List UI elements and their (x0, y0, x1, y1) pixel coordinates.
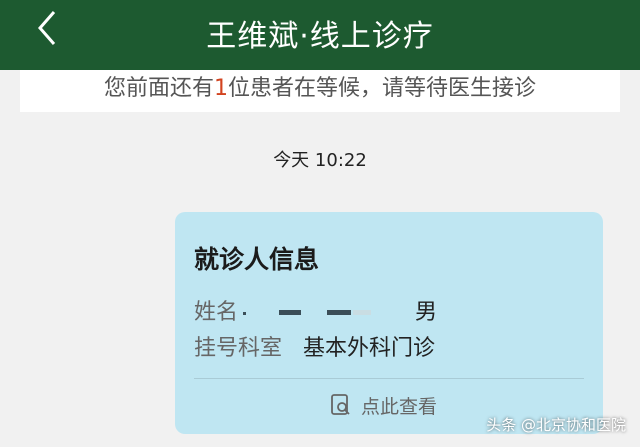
department-row: 挂号科室 基本外科门诊 (194, 330, 435, 362)
card-divider (194, 378, 584, 379)
department-label: 挂号科室 (194, 336, 283, 361)
queue-suffix: 位患者在等候，请等待医生接诊 (228, 76, 537, 101)
name-row: 姓名 (194, 294, 238, 326)
queue-count: 1 (214, 76, 228, 101)
queue-status-banner: 您前面还有1位患者在等候，请等待医生接诊 (20, 70, 620, 112)
page-title: 王维斌·线上诊疗 (206, 19, 434, 54)
queue-prefix: 您前面还有 (103, 76, 214, 101)
department-value: 基本外科门诊 (303, 336, 436, 361)
gender-value: 男 (415, 300, 438, 325)
name-label: 姓名 (194, 300, 239, 325)
chat-timestamp: 今天 10:22 (273, 150, 367, 171)
card-title: 就诊人信息 (194, 245, 320, 274)
search-document-icon (331, 394, 350, 415)
masked-name (243, 300, 383, 320)
header-bar: 王维斌·线上诊疗 (0, 0, 640, 70)
patient-info-card[interactable]: 就诊人信息 姓名 男 挂号科室 基本外科门诊 点此查看 (175, 212, 603, 434)
watermark: 头条 @北京协和医院 (486, 416, 626, 434)
view-details-label: 点此查看 (361, 395, 438, 418)
view-details-button[interactable]: 点此查看 (329, 390, 437, 420)
